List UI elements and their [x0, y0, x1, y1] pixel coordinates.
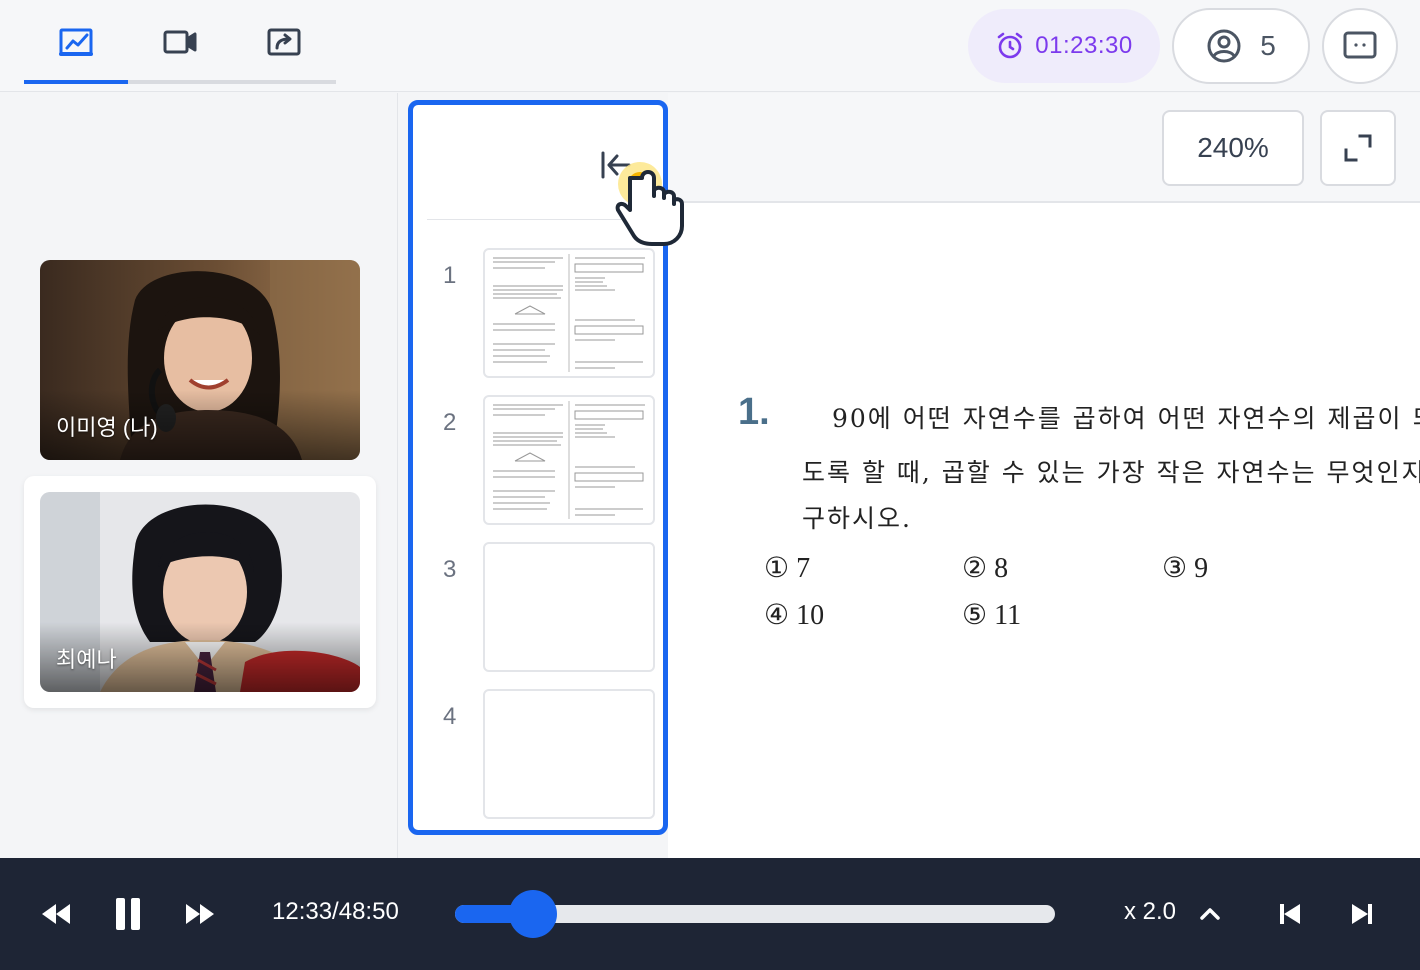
answer-choice[interactable]: ① 7	[764, 551, 810, 585]
hand-pointer-icon	[615, 162, 684, 246]
skip-next-icon	[1352, 904, 1372, 924]
document-toolbar: 240%	[668, 93, 1420, 203]
session-timer: 01:23:30	[968, 9, 1160, 83]
skip-previous-icon	[1280, 904, 1300, 924]
pause-button[interactable]	[108, 894, 148, 934]
question-number: 1.	[738, 391, 770, 433]
fast-forward-icon	[186, 904, 214, 924]
video-camera-icon	[163, 30, 197, 54]
page-preview-image	[493, 401, 645, 519]
question-text-line: 구하시오.	[802, 504, 912, 533]
rewind-icon	[42, 904, 70, 924]
thumbnail-row: 4	[413, 689, 663, 819]
seek-bar[interactable]	[455, 890, 1055, 938]
answer-choice[interactable]: ② 8	[962, 551, 1008, 585]
mode-tabs	[24, 0, 336, 84]
video-tile-self[interactable]: 이미영 (나)	[40, 260, 360, 460]
alarm-clock-icon	[997, 32, 1023, 59]
speed-menu-button[interactable]	[1190, 894, 1230, 934]
fast-forward-button[interactable]	[180, 894, 220, 934]
zoom-level: 240%	[1197, 132, 1269, 163]
page-number: 4	[443, 703, 457, 730]
page-number: 3	[443, 556, 457, 583]
page-thumbnail[interactable]	[483, 395, 655, 525]
question-text-line: 도록 할 때, 곱할 수 있는 가장 작은 자연수는 무엇인지	[802, 458, 1420, 487]
participant-panel: 이미영 (나) 최예나	[0, 93, 398, 858]
page-preview-image	[493, 254, 645, 372]
answer-choice[interactable]: ④ 10	[764, 598, 824, 632]
page-number: 1	[443, 262, 457, 289]
user-circle-icon	[1207, 29, 1241, 63]
active-tab-indicator	[24, 80, 128, 84]
whiteboard-chart-icon	[59, 28, 93, 56]
answer-choice[interactable]: ③ 9	[1162, 551, 1208, 585]
video-tile-participant[interactable]: 최예나	[40, 492, 360, 692]
participants-button[interactable]: 5	[1172, 8, 1310, 84]
rewind-button[interactable]	[36, 894, 76, 934]
skip-previous-button[interactable]	[1270, 894, 1310, 934]
thumbnail-row: 3	[413, 542, 663, 672]
question-text-line: 90에 어떤 자연수를 곱하여 어떤 자연수의 제곱이 되	[832, 404, 1420, 433]
page-thumbnail[interactable]	[483, 542, 655, 672]
playback-speed[interactable]: x 2.0	[1124, 898, 1176, 926]
answer-choice[interactable]: ⑤ 11	[962, 598, 1021, 632]
screen-share-icon	[267, 28, 301, 56]
playback-time: 12:33/48:50	[272, 898, 399, 925]
page-thumbnail[interactable]	[483, 689, 655, 819]
document-viewer[interactable]: 240% 1. 90에 어떤 자연수를 곱하여 어떤 자연수의 제곱이 되 도록…	[668, 93, 1420, 858]
participant-name: 이미영 (나)	[56, 415, 158, 440]
timer-text: 01:23:30	[1035, 32, 1133, 59]
thumbnail-row: 1	[413, 248, 663, 378]
tab-whiteboard[interactable]	[24, 0, 128, 84]
page-thumbnail[interactable]	[483, 248, 655, 378]
chat-bubble-icon	[1343, 31, 1377, 59]
fullscreen-icon	[1344, 134, 1372, 162]
chat-button[interactable]	[1322, 8, 1398, 84]
participant-count: 5	[1260, 30, 1276, 61]
page-number: 2	[443, 409, 457, 436]
zoom-button[interactable]: 240%	[1162, 110, 1304, 186]
thumbnail-row: 2	[413, 395, 663, 525]
tab-video[interactable]	[128, 0, 232, 84]
seek-handle[interactable]	[509, 890, 557, 938]
participant-name: 최예나	[56, 647, 117, 672]
selected-participant-card[interactable]: 최예나	[24, 476, 376, 708]
playback-bar: 12:33/48:50 x 2.0	[0, 858, 1420, 970]
chevron-up-icon	[1200, 908, 1220, 920]
fullscreen-button[interactable]	[1320, 110, 1396, 186]
top-toolbar: 01:23:30 5	[0, 0, 1420, 92]
pause-icon	[116, 898, 140, 930]
tab-screen-share[interactable]	[232, 0, 336, 84]
skip-next-button[interactable]	[1342, 894, 1382, 934]
